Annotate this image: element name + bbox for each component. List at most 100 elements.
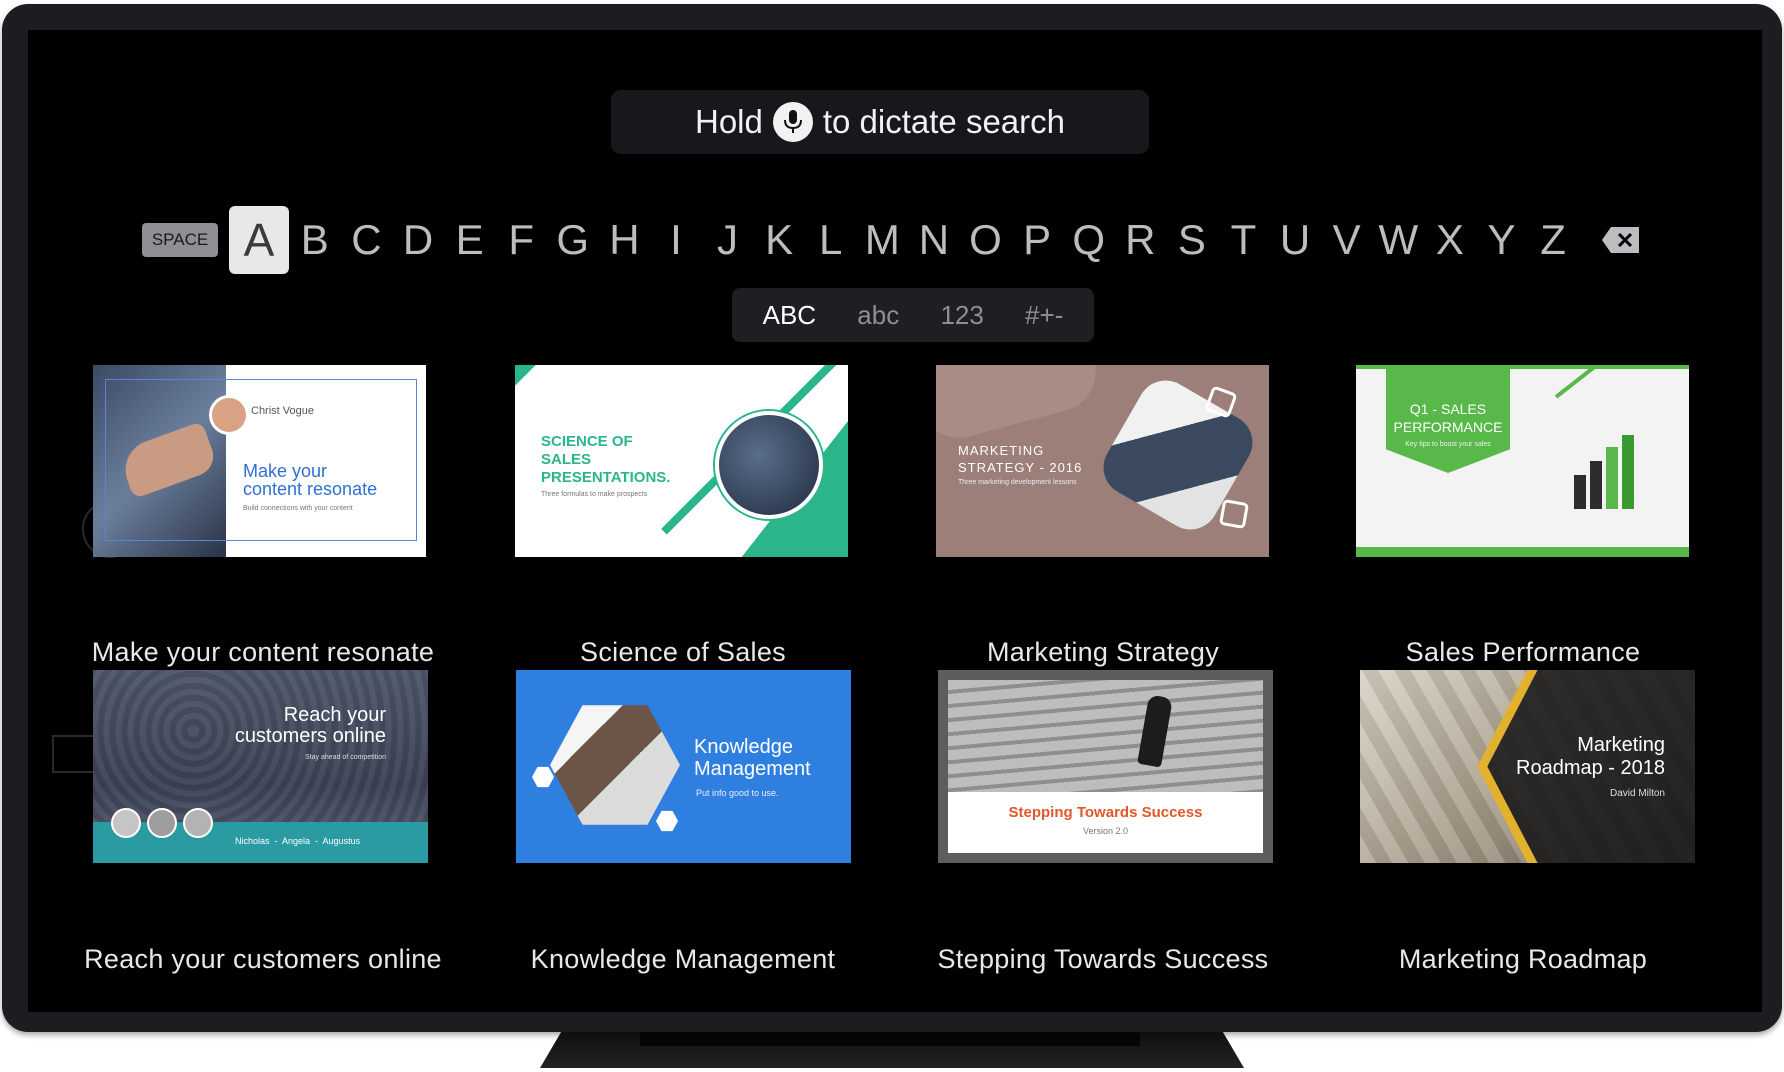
key-g[interactable]: G — [547, 206, 599, 274]
key-u[interactable]: U — [1269, 206, 1321, 274]
avatar — [111, 808, 141, 838]
key-c[interactable]: C — [341, 206, 393, 274]
key-q[interactable]: Q — [1063, 206, 1115, 274]
thumb-author: Christ Vogue — [251, 405, 314, 417]
result-title[interactable]: Knowledge Management — [478, 944, 888, 975]
key-w[interactable]: W — [1372, 206, 1424, 274]
key-z[interactable]: Z — [1527, 206, 1579, 274]
mode-uppercase[interactable]: ABC — [763, 300, 816, 331]
thumb-title-line1: SCIENCE OF — [541, 433, 633, 450]
dictation-suffix: to dictate search — [822, 103, 1065, 140]
mode-numbers[interactable]: 123 — [940, 300, 983, 331]
key-d[interactable]: D — [392, 206, 444, 274]
thumb-bar-chart — [1574, 475, 1586, 509]
key-b[interactable]: B — [289, 206, 341, 274]
avatar — [209, 395, 249, 435]
thumb-title-line1: Reach your — [283, 704, 386, 726]
thumb-square-deco — [1218, 498, 1250, 530]
thumb-bar-chart — [1622, 435, 1634, 509]
key-h[interactable]: H — [599, 206, 651, 274]
thumb-title-line1: Knowledge — [694, 736, 793, 758]
thumb-names: Nicholas - Angela - Augustus — [235, 836, 361, 846]
thumb-frame — [105, 379, 417, 541]
decorative-chart-icon — [52, 735, 96, 773]
mode-lowercase[interactable]: abc — [857, 300, 899, 331]
dictation-prefix: Hold — [694, 103, 763, 140]
thumb-subtitle: Build connections with your content — [243, 505, 353, 512]
microphone-icon — [772, 102, 813, 142]
thumb-growth-arrow — [1554, 365, 1644, 399]
key-r[interactable]: R — [1115, 206, 1167, 274]
thumb-subtitle: David Milton — [1609, 788, 1665, 799]
result-title[interactable]: Reach your customers online — [58, 944, 468, 975]
tv-stand-neck — [640, 1032, 1140, 1046]
backspace-icon[interactable] — [1601, 226, 1641, 254]
result-thumbnail[interactable]: SCIENCE OF SALES PRESENTATIONS. Three fo… — [515, 365, 848, 557]
tv-screen: Hold to dictate search SPACE A B C D E F… — [28, 30, 1762, 1012]
key-i[interactable]: I — [650, 206, 702, 274]
key-k[interactable]: K — [753, 206, 805, 274]
key-s[interactable]: S — [1166, 206, 1218, 274]
key-m[interactable]: M — [857, 206, 909, 274]
result-thumbnail[interactable]: Marketing Roadmap - 2018 David Milton — [1360, 670, 1695, 863]
key-e[interactable]: E — [444, 206, 496, 274]
result-title[interactable]: Sales Performance — [1318, 637, 1728, 668]
avatar — [147, 808, 177, 838]
thumb-title-line2: content resonate — [243, 479, 378, 499]
thumb-top-bar — [1356, 365, 1689, 369]
thumb-title-line2: STRATEGY - 2016 — [958, 460, 1083, 475]
result-thumbnail[interactable]: Knowledge Management Put info good to us… — [516, 670, 851, 863]
key-x[interactable]: X — [1424, 206, 1476, 274]
result-title[interactable]: Marketing Strategy — [898, 637, 1308, 668]
thumb-title-line1: MARKETING — [958, 443, 1045, 458]
thumb-title-line2: customers online — [234, 725, 386, 747]
result-thumbnail[interactable]: Christ Vogue Make your content resonate … — [93, 365, 426, 557]
key-f[interactable]: F — [495, 206, 547, 274]
letter-keyboard-row: SPACE A B C D E F G H I J K L M N O P Q … — [138, 204, 1658, 276]
thumb-bottom-bar — [1356, 547, 1689, 557]
result-thumbnail[interactable]: Q1 - SALES PERFORMANCE Key tips to boost… — [1356, 365, 1689, 557]
result-thumbnail[interactable]: MARKETING STRATEGY - 2016 Three marketin… — [936, 365, 1269, 557]
space-key[interactable]: SPACE — [142, 223, 218, 257]
mode-symbols[interactable]: #+- — [1025, 300, 1063, 331]
thumb-title-line1: Q1 - SALES — [1409, 401, 1487, 417]
key-y[interactable]: Y — [1476, 206, 1528, 274]
key-v[interactable]: V — [1321, 206, 1373, 274]
thumb-title-line1: Marketing — [1577, 734, 1665, 756]
thumb-stairs-photo — [948, 680, 1263, 792]
keyboard-mode-switcher: ABC abc 123 #+- — [732, 288, 1094, 342]
result-thumbnail[interactable]: Stepping Towards Success Version 2.0 — [938, 670, 1273, 863]
key-p[interactable]: P — [1011, 206, 1063, 274]
key-o[interactable]: O — [960, 206, 1012, 274]
thumb-title-line3: PRESENTATIONS. — [541, 469, 671, 486]
thumb-bar-chart — [1590, 461, 1602, 509]
thumb-overlay-shape — [936, 365, 1105, 447]
result-title[interactable]: Marketing Roadmap — [1318, 944, 1728, 975]
key-j[interactable]: J — [702, 206, 754, 274]
result-title[interactable]: Science of Sales — [478, 637, 888, 668]
thumb-subtitle: Three marketing development lessons — [958, 479, 1077, 486]
thumb-subtitle: Stay ahead of competition — [305, 754, 386, 761]
key-a[interactable]: A — [229, 206, 289, 274]
thumb-white-panel — [948, 792, 1263, 853]
thumb-hexagon-deco — [656, 810, 678, 832]
key-t[interactable]: T — [1218, 206, 1270, 274]
key-n[interactable]: N — [908, 206, 960, 274]
thumb-title: Stepping Towards Success — [1008, 804, 1203, 821]
thumb-subtitle: Key tips to boost your sales — [1405, 441, 1491, 448]
result-title[interactable]: Stepping Towards Success — [898, 944, 1308, 975]
thumb-bar-chart — [1606, 447, 1618, 509]
avatar — [183, 808, 213, 838]
thumb-hexagon-deco — [532, 766, 554, 788]
key-l[interactable]: L — [805, 206, 857, 274]
thumb-subtitle: Put info good to use. — [696, 788, 779, 798]
thumb-title-line2: SALES — [541, 451, 592, 468]
thumb-handshake-photo — [715, 411, 823, 519]
thumb-title-line2: Management — [694, 758, 811, 780]
result-thumbnail[interactable]: Reach your customers online Stay ahead o… — [93, 670, 428, 863]
thumb-title-line2: Roadmap - 2018 — [1516, 757, 1665, 779]
tv-bezel: Hold to dictate search SPACE A B C D E F… — [2, 4, 1782, 1032]
thumb-subtitle: Three formulas to make prospects — [541, 491, 648, 498]
result-title[interactable]: Make your content resonate — [58, 637, 468, 668]
thumb-title-line2: PERFORMANCE — [1393, 419, 1503, 435]
